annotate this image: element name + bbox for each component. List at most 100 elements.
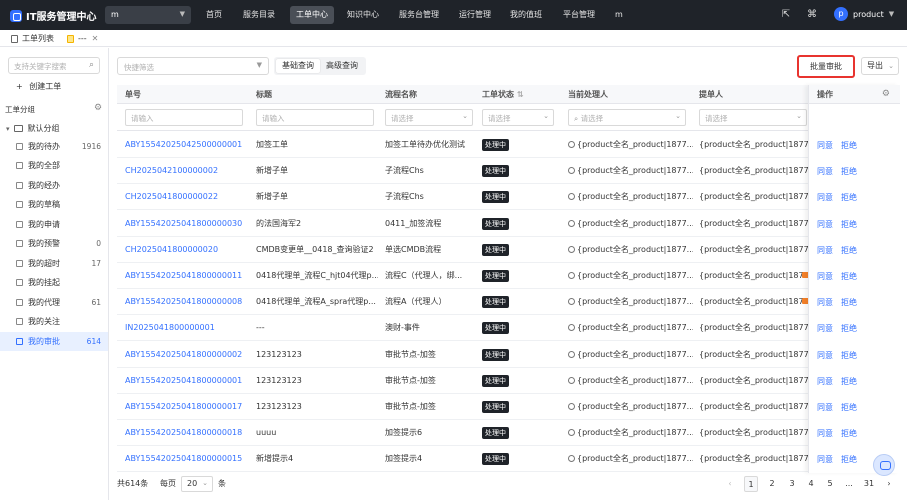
table-row[interactable]: ABY15542025041800000008 0418代理单_流程A_spra代… [117, 289, 899, 315]
ticket-id-link[interactable]: CH2025042100000002 [125, 158, 250, 184]
reject-link[interactable]: 拒绝 [841, 323, 857, 334]
nav-ticket-center[interactable]: 工单中心 [290, 6, 334, 24]
sidebar-item-my-warnings[interactable]: 我的预警 0 [0, 234, 108, 253]
nav-platform[interactable]: 平台管理 [557, 6, 601, 24]
gear-icon[interactable]: ⚙ [94, 103, 102, 113]
column-header-flow[interactable]: 流程名称 [385, 85, 417, 104]
nav-m[interactable]: m [609, 6, 629, 24]
table-row[interactable]: CH2025041800000022 新增子单 子流程Chs 处理中 {product全… [117, 184, 899, 210]
table-row[interactable]: ABY15542025041800000015 新增提示4 加签提示4 处理中 {pro… [117, 446, 899, 472]
prev-page-button[interactable]: ‹ [723, 476, 737, 492]
page-3[interactable]: 3 [785, 476, 799, 492]
sidebar-item-my-overdue[interactable]: 我的超时 17 [0, 254, 108, 273]
table-row[interactable]: ABY15542025041800000011 0418代理单_流程C_hjt04… [117, 263, 899, 289]
approve-link[interactable]: 同意 [817, 297, 833, 308]
tab-ticket-list[interactable]: 工单列表 [11, 30, 54, 47]
advanced-query-tab[interactable]: 高级查询 [320, 59, 364, 73]
column-header-status[interactable]: 工单状态 ⇅ [482, 85, 524, 104]
approve-link[interactable]: 同意 [817, 350, 833, 361]
status-filter-select[interactable]: 请选择 ⌄ [482, 109, 554, 126]
submitter-filter-select[interactable]: 请选择 ⌄ [699, 109, 807, 126]
ticket-id-link[interactable]: ABY15542025041800000018 [125, 420, 250, 446]
reject-link[interactable]: 拒绝 [841, 350, 857, 361]
flow-filter-select[interactable]: 请选择 ⌄ [385, 109, 473, 126]
reject-link[interactable]: 拒绝 [841, 402, 857, 413]
approve-link[interactable]: 同意 [817, 428, 833, 439]
nav-service-catalog[interactable]: 服务目录 [237, 6, 281, 24]
basic-query-tab[interactable]: 基础查询 [276, 59, 320, 73]
sidebar-item-my-following[interactable]: 我的关注 [0, 312, 108, 331]
batch-approve-button[interactable]: 批量审批 [797, 55, 855, 78]
app-logo[interactable]: IT服务管理中心 [10, 8, 97, 23]
close-icon[interactable]: ✕ [92, 30, 99, 47]
ticket-id-link[interactable]: ABY15542025041800000011 [125, 263, 250, 289]
id-filter-input[interactable]: 请输入 [125, 109, 243, 126]
table-row[interactable]: ABY15542025042500000001 加签工单 加签工单待办优化测试 处理中… [117, 132, 899, 158]
sidebar-item-my-drafts[interactable]: 我的草稿 [0, 195, 108, 214]
ticket-id-link[interactable]: CH2025041800000020 [125, 237, 250, 263]
external-link-icon[interactable]: ⇱ [780, 9, 792, 21]
create-ticket-button[interactable]: + 创建工单 [16, 81, 61, 92]
column-header-title[interactable]: 标题 [256, 85, 272, 104]
default-group[interactable]: ▾ 默认分组 [6, 123, 60, 134]
reject-link[interactable]: 拒绝 [841, 271, 857, 282]
sidebar-item-my-handled[interactable]: 我的经办 [0, 176, 108, 195]
sidebar-search-input[interactable]: 支持关键字搜索 ⌕ [8, 57, 100, 74]
system-select[interactable]: m ▼ [105, 6, 191, 24]
nav-knowledge-center[interactable]: 知识中心 [341, 6, 385, 24]
approve-link[interactable]: 同意 [817, 454, 833, 465]
approve-link[interactable]: 同意 [817, 376, 833, 387]
approve-link[interactable]: 同意 [817, 192, 833, 203]
nav-my-duty[interactable]: 我的值班 [504, 6, 548, 24]
page-2[interactable]: 2 [765, 476, 779, 492]
table-row[interactable]: ABY15542025041800000030 的法国海军2 0411_加签流程 处理… [117, 211, 899, 237]
approve-link[interactable]: 同意 [817, 166, 833, 177]
column-header-submitter[interactable]: 提单人 [699, 85, 723, 104]
translate-icon[interactable]: ⌘ [806, 9, 818, 21]
page-ellipsis[interactable]: ... [842, 476, 856, 492]
reject-link[interactable]: 拒绝 [841, 245, 857, 256]
quick-filter-select[interactable]: 快捷筛选 ▼ [117, 57, 269, 75]
table-row[interactable]: ABY15542025041800000002 123123123 审批节点-加签 处… [117, 342, 899, 368]
reject-link[interactable]: 拒绝 [841, 219, 857, 230]
sidebar-item-my-approvals[interactable]: 我的审批 614 [0, 332, 108, 351]
ticket-id-link[interactable]: ABY15542025041800000008 [125, 289, 250, 315]
approve-link[interactable]: 同意 [817, 271, 833, 282]
table-row[interactable]: ABY15542025041800000017 123123123 审批节点-加签 处… [117, 394, 899, 420]
reject-link[interactable]: 拒绝 [841, 454, 857, 465]
column-header-handler[interactable]: 当前处理人 [568, 85, 608, 104]
ticket-id-link[interactable]: ABY15542025041800000001 [125, 368, 250, 394]
approve-link[interactable]: 同意 [817, 402, 833, 413]
approve-link[interactable]: 同意 [817, 219, 833, 230]
ticket-id-link[interactable]: ABY15542025042500000001 [125, 132, 250, 158]
sidebar-item-my-proxy[interactable]: 我的代理 61 [0, 293, 108, 312]
table-row[interactable]: CH2025042100000002 新增子单 子流程Chs 处理中 {product全… [117, 158, 899, 184]
ticket-id-link[interactable]: IN2025041800000001 [125, 315, 250, 341]
sidebar-item-my-all[interactable]: 我的全部 [0, 156, 108, 175]
assistant-float-button[interactable] [873, 454, 895, 476]
nav-operations[interactable]: 运行管理 [453, 6, 497, 24]
page-size-select[interactable]: 20 ⌄ [181, 476, 213, 492]
reject-link[interactable]: 拒绝 [841, 297, 857, 308]
sort-icon[interactable]: ⇅ [517, 90, 524, 99]
ticket-id-link[interactable]: CH2025041800000022 [125, 184, 250, 210]
table-row[interactable]: IN2025041800000001 --- 澳财-事件 处理中 {product全名_… [117, 315, 899, 341]
table-row[interactable]: CH2025041800000020 CMDB变更单__0418_查询验证2 单选C… [117, 237, 899, 263]
table-row[interactable]: ABY15542025041800000018 uuuu 加签提示6 处理中 {prod… [117, 420, 899, 446]
ticket-id-link[interactable]: ABY15542025041800000030 [125, 211, 250, 237]
approve-link[interactable]: 同意 [817, 245, 833, 256]
approve-link[interactable]: 同意 [817, 323, 833, 334]
settings-icon[interactable]: ⚙ [882, 89, 890, 99]
nav-service-desk[interactable]: 服务台管理 [393, 6, 445, 24]
page-4[interactable]: 4 [804, 476, 818, 492]
nav-home[interactable]: 首页 [200, 6, 228, 24]
sidebar-item-my-suspended[interactable]: 我的挂起 [0, 273, 108, 292]
sidebar-item-my-todo[interactable]: 我的待办 1916 [0, 137, 108, 156]
reject-link[interactable]: 拒绝 [841, 140, 857, 151]
page-5[interactable]: 5 [823, 476, 837, 492]
page-1[interactable]: 1 [744, 476, 758, 492]
handler-filter-select[interactable]: ⌕ 请选择 ⌄ [568, 109, 686, 126]
tab-untitled[interactable]: --- ✕ [67, 30, 98, 47]
reject-link[interactable]: 拒绝 [841, 166, 857, 177]
column-header-id[interactable]: 单号 [125, 85, 141, 104]
